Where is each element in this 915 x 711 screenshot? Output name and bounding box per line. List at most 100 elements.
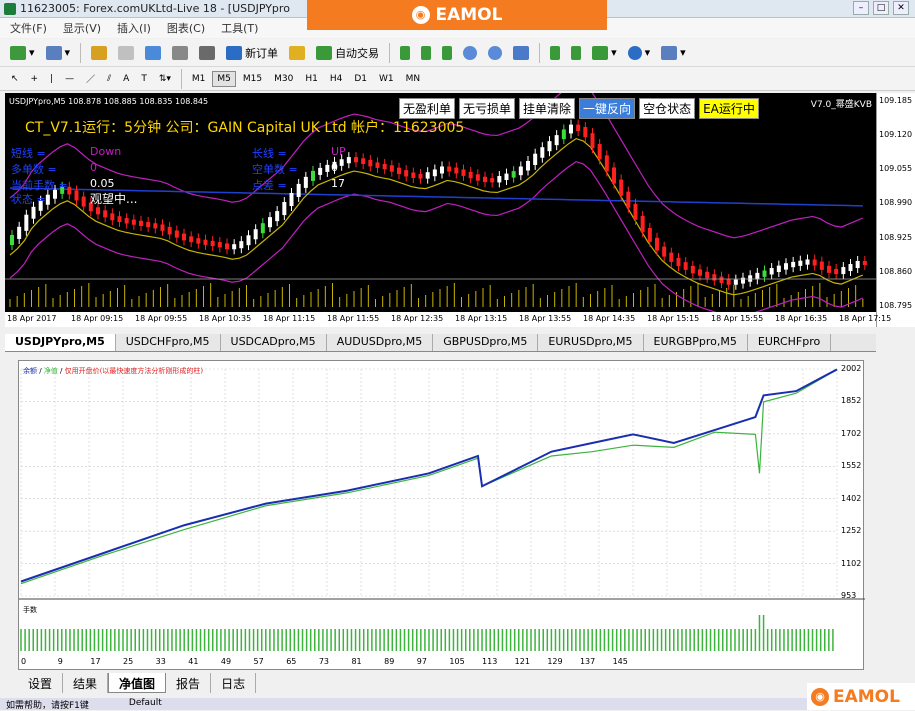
metaeditor-button[interactable] (285, 42, 309, 64)
menu-charts[interactable]: 图表(C) (161, 20, 211, 36)
maximize-button[interactable]: □ (873, 1, 889, 15)
line-chart-button[interactable] (438, 42, 456, 64)
tile-windows-button[interactable] (509, 42, 533, 64)
candle-body (225, 243, 229, 250)
candle-body (662, 246, 667, 257)
reverse-button[interactable]: 一键反向 (579, 98, 636, 119)
tab-usdcad[interactable]: USDCADpro,M5 (221, 334, 327, 351)
timeframe-m5[interactable]: M5 (212, 70, 236, 87)
tester-button[interactable] (195, 42, 219, 64)
candle-body (210, 240, 215, 247)
spread-label: 点差 = (252, 179, 287, 192)
tester-icon (199, 45, 216, 60)
bar-chart-button[interactable] (396, 42, 414, 64)
time-tick: 18 Apr 12:35 (391, 314, 444, 323)
flat-status-button[interactable]: 空仓状态 (639, 98, 696, 119)
navigator-button[interactable] (141, 42, 165, 64)
close-button[interactable]: ✕ (893, 1, 909, 15)
candle-chart-button[interactable] (417, 42, 435, 64)
metaeditor-icon (289, 45, 306, 60)
text-label-tool[interactable]: T (136, 71, 152, 87)
data-window-icon (118, 45, 135, 60)
equity-legend: 余额 / 净值 / 仅用开盘价(以最快速度方法分析刚形成的柱) (23, 367, 204, 375)
line-studies-toolbar: ↖ + | — ／ ⫽ A T ⇅▾ M1 M5 M15 M30 H1 H4 D… (0, 67, 915, 91)
status-value: 观望中... (90, 192, 138, 206)
zoom-out-button[interactable] (484, 42, 506, 64)
timeframe-m30[interactable]: M30 (269, 71, 298, 87)
chart-shift-icon (571, 45, 582, 60)
status-help-text: 如需帮助，请按F1键 (6, 701, 89, 711)
menu-insert[interactable]: 插入(I) (111, 20, 157, 36)
timeframe-h4[interactable]: H4 (325, 71, 348, 87)
profiles-button[interactable]: ▾ (42, 42, 75, 64)
tab-audusd[interactable]: AUDUSDpro,M5 (327, 334, 434, 351)
timeframe-m15[interactable]: M15 (238, 71, 267, 87)
cursor-tool[interactable]: ↖ (6, 71, 24, 87)
y-tick: 953 (841, 591, 857, 600)
candle-body (354, 157, 358, 163)
crosshair-tool[interactable]: + (26, 71, 44, 87)
data-window-button[interactable] (114, 42, 138, 64)
chart-shift-button[interactable] (567, 42, 585, 64)
candle-body (397, 167, 401, 175)
auto-trading-button[interactable]: 自动交易 (312, 42, 383, 64)
ea-running-button[interactable]: EA运行中 (699, 98, 759, 119)
close-profit-button[interactable]: 无盈利单 (399, 98, 456, 119)
trendline-tool[interactable]: ／ (81, 69, 100, 88)
terminal-button[interactable] (168, 42, 192, 64)
templates-button[interactable]: ▾ (657, 42, 690, 64)
vertical-line-tool[interactable]: | (45, 71, 58, 87)
x-tick: 33 (155, 657, 166, 666)
menu-view[interactable]: 显示(V) (57, 20, 107, 36)
close-loss-button[interactable]: 无亏损单 (459, 98, 516, 119)
timeframe-d1[interactable]: D1 (349, 71, 372, 87)
arrows-tool[interactable]: ⇅▾ (154, 71, 176, 87)
tab-eurchf[interactable]: EURCHFpro (748, 334, 832, 351)
minimize-button[interactable]: – (853, 1, 869, 15)
tab-results[interactable]: 结果 (63, 673, 109, 693)
price-chart[interactable]: USDJPYpro,M5 108.878 108.885 108.835 108… (5, 93, 876, 327)
x-tick: 25 (123, 657, 134, 666)
menu-file[interactable]: 文件(F) (4, 20, 53, 36)
tab-settings[interactable]: 设置 (18, 673, 64, 693)
menu-tools[interactable]: 工具(T) (215, 20, 264, 36)
time-tick: 18 Apr 09:15 (71, 314, 124, 323)
timeframe-h1[interactable]: H1 (300, 71, 323, 87)
candle-body (597, 144, 602, 160)
text-tool[interactable]: A (118, 71, 134, 87)
timeframe-m1[interactable]: M1 (187, 71, 211, 87)
horizontal-line-tool[interactable]: — (60, 71, 79, 87)
tab-gbpusd[interactable]: GBPUSDpro,M5 (433, 334, 539, 351)
time-tick: 18 Apr 10:35 (199, 314, 252, 323)
timeframe-mn[interactable]: MN (401, 71, 426, 87)
price-scale: 109.185 109.120 109.055 108.990 108.925 … (876, 93, 915, 327)
zoom-in-button[interactable] (459, 42, 481, 64)
candle-body (834, 268, 839, 275)
channel-tool[interactable]: ⫽ (102, 71, 116, 87)
tab-usdjpy[interactable]: USDJPYpro,M5 (5, 334, 116, 351)
market-watch-button[interactable] (87, 42, 111, 64)
candle-body (382, 163, 387, 170)
tab-usdchf[interactable]: USDCHFpro,M5 (116, 334, 221, 351)
timeframe-w1[interactable]: W1 (374, 71, 399, 87)
autoscroll-button[interactable] (546, 42, 564, 64)
tab-report[interactable]: 报告 (166, 673, 212, 693)
price-tick: 108.795 (879, 301, 913, 310)
watermark-logo: ◉ EAMOL (807, 683, 915, 710)
new-order-button[interactable]: 新订单 (222, 42, 282, 64)
indicators-button[interactable]: ▾ (588, 42, 621, 64)
candle-body (103, 210, 108, 218)
tab-equity-graph[interactable]: 净值图 (108, 673, 167, 693)
tab-eurusd[interactable]: EURUSDpro,M5 (538, 334, 644, 351)
tab-journal[interactable]: 日志 (211, 673, 257, 693)
buy-count-label: 多单数 = (11, 163, 57, 176)
clear-pending-button[interactable]: 挂单清除 (519, 98, 576, 119)
periods-button[interactable]: ▾ (624, 42, 655, 64)
tab-eurgbp[interactable]: EURGBPpro,M5 (644, 334, 748, 351)
time-tick: 18 Apr 09:55 (135, 314, 188, 323)
candle-body (196, 238, 201, 244)
candle-body (619, 179, 624, 196)
right-panel (876, 334, 915, 674)
new-chart-button[interactable]: ▾ (6, 42, 39, 64)
candle-body (576, 124, 581, 132)
